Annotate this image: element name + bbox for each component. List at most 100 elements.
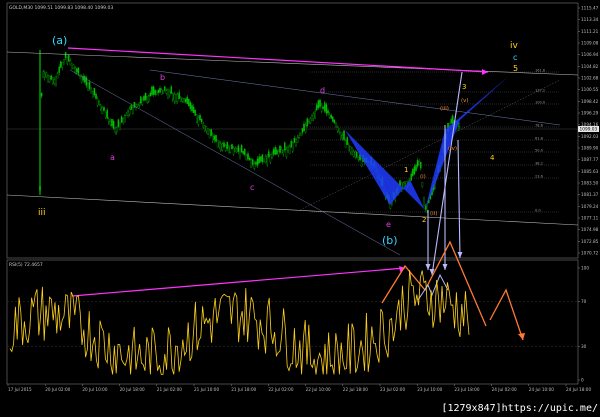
- harmonic-pattern-right-wing: [425, 75, 510, 210]
- candle-body: [204, 125, 206, 132]
- projection-arrow-head: [442, 264, 448, 270]
- candle-body: [124, 115, 126, 123]
- candle-body: [69, 60, 72, 66]
- wave-label-c-small: c: [250, 183, 254, 192]
- fibonacci-level-label: 78.6: [535, 123, 543, 127]
- candle-body: [44, 73, 46, 78]
- wave-label-4: 4: [490, 154, 495, 162]
- rsi-subwindow-frame[interactable]: [6, 259, 579, 385]
- candle-body: [327, 110, 329, 114]
- candle-body: [293, 138, 296, 143]
- wave-label-c: c: [513, 53, 517, 62]
- price-tick-label: 1109.08: [581, 41, 599, 46]
- candle-body: [210, 129, 212, 136]
- candle-body: [109, 121, 112, 125]
- candle-body: [45, 72, 48, 77]
- candle-body: [354, 151, 356, 158]
- rsi-tick-label: 100: [581, 266, 589, 271]
- candle-body: [269, 154, 272, 163]
- candle-body: [162, 89, 164, 94]
- mt4-chart-window[interactable]: GOLD,M30 1099.51 1099.83 1098.40 1099.03…: [0, 0, 600, 417]
- fibonacci-level-label: 100.0: [535, 100, 545, 104]
- candle-body: [221, 143, 224, 151]
- current-price-label: 1099.03: [580, 127, 598, 133]
- candle-body: [208, 130, 211, 139]
- price-tick-label: 1111.21: [581, 29, 599, 34]
- candle-body: [101, 106, 104, 115]
- candle-body: [228, 146, 230, 154]
- candle-body: [192, 106, 195, 114]
- candle-body: [346, 136, 348, 145]
- candle-body: [181, 98, 184, 102]
- time-tick-label: 21 Jul 18:00: [231, 387, 256, 392]
- wave-label-5: 5: [513, 64, 518, 73]
- candle-body: [202, 122, 204, 128]
- price-tick-label: 1070.72: [581, 251, 599, 256]
- rsi-tick-label: 70: [581, 299, 587, 304]
- trend-line: [69, 69, 401, 256]
- time-tick-label: 22 Jul 18:00: [343, 387, 368, 392]
- time-tick-label: 20 Jul 18:00: [120, 387, 145, 392]
- candle-body: [157, 89, 160, 93]
- candle-body: [316, 104, 318, 111]
- candle-body: [72, 64, 75, 69]
- candle-body: [314, 111, 316, 118]
- candle-body: [277, 151, 280, 156]
- candle-body: [117, 119, 120, 128]
- candle-body: [103, 107, 105, 111]
- candle-body: [274, 147, 276, 155]
- wave-label-iii-paren: (iii): [440, 106, 449, 112]
- orange-forecast-arrow-head: [518, 333, 525, 340]
- candle-body: [172, 92, 174, 100]
- candle-body: [343, 130, 345, 140]
- candle-body: [96, 98, 99, 106]
- candle-body: [312, 113, 315, 119]
- candle-body: [144, 92, 147, 100]
- candle-body: [191, 105, 193, 111]
- candle-body: [264, 156, 267, 163]
- candle-body: [66, 57, 68, 64]
- wave-label-1: 1: [404, 166, 408, 174]
- fibonacci-level-label: 161.8: [535, 68, 545, 72]
- candle-body: [416, 160, 419, 167]
- candle-body: [175, 94, 177, 102]
- candle-body: [76, 68, 78, 73]
- candle-body: [98, 101, 100, 105]
- candle-body: [288, 146, 291, 154]
- candle-body: [71, 63, 73, 69]
- price-tick-label: 1106.94: [581, 52, 599, 57]
- candle-body: [84, 76, 86, 83]
- candle-body: [268, 151, 270, 157]
- candle-body: [48, 76, 51, 83]
- candle-body: [77, 67, 80, 74]
- candle-body: [252, 159, 254, 165]
- candle-body: [141, 98, 144, 105]
- time-tick-label: 24 Jul 18:00: [566, 387, 591, 392]
- candle-body: [330, 115, 332, 119]
- candle-body: [357, 157, 360, 160]
- candle-body: [160, 89, 163, 95]
- price-chart[interactable]: GOLD,M30 1099.51 1099.83 1098.40 1099.03…: [0, 0, 600, 417]
- candle-body: [127, 111, 129, 116]
- candle-body: [216, 140, 219, 148]
- rsi-tick-label: 30: [581, 344, 587, 349]
- candle-body: [266, 155, 268, 165]
- candle-body: [167, 89, 169, 99]
- candle-body: [351, 147, 353, 155]
- price-tick-label: 1081.37: [581, 192, 599, 197]
- trend-line: [149, 69, 561, 126]
- candle-body: [159, 88, 161, 93]
- candle-body: [292, 142, 294, 152]
- candle-body: [138, 102, 140, 106]
- candle-body: [60, 61, 62, 68]
- price-tick-label: 1100.55: [581, 87, 599, 92]
- price-tick-label: 1104.82: [581, 64, 599, 69]
- time-tick-label: 21 Jul 10:00: [194, 387, 219, 392]
- candle-body: [152, 86, 155, 95]
- candle-body: [306, 118, 308, 127]
- time-tick-label: 17 Jul 2015: [8, 387, 32, 392]
- candle-body: [53, 79, 56, 84]
- candle-body: [112, 120, 115, 129]
- candle-body: [234, 147, 236, 152]
- candle-body: [186, 96, 188, 105]
